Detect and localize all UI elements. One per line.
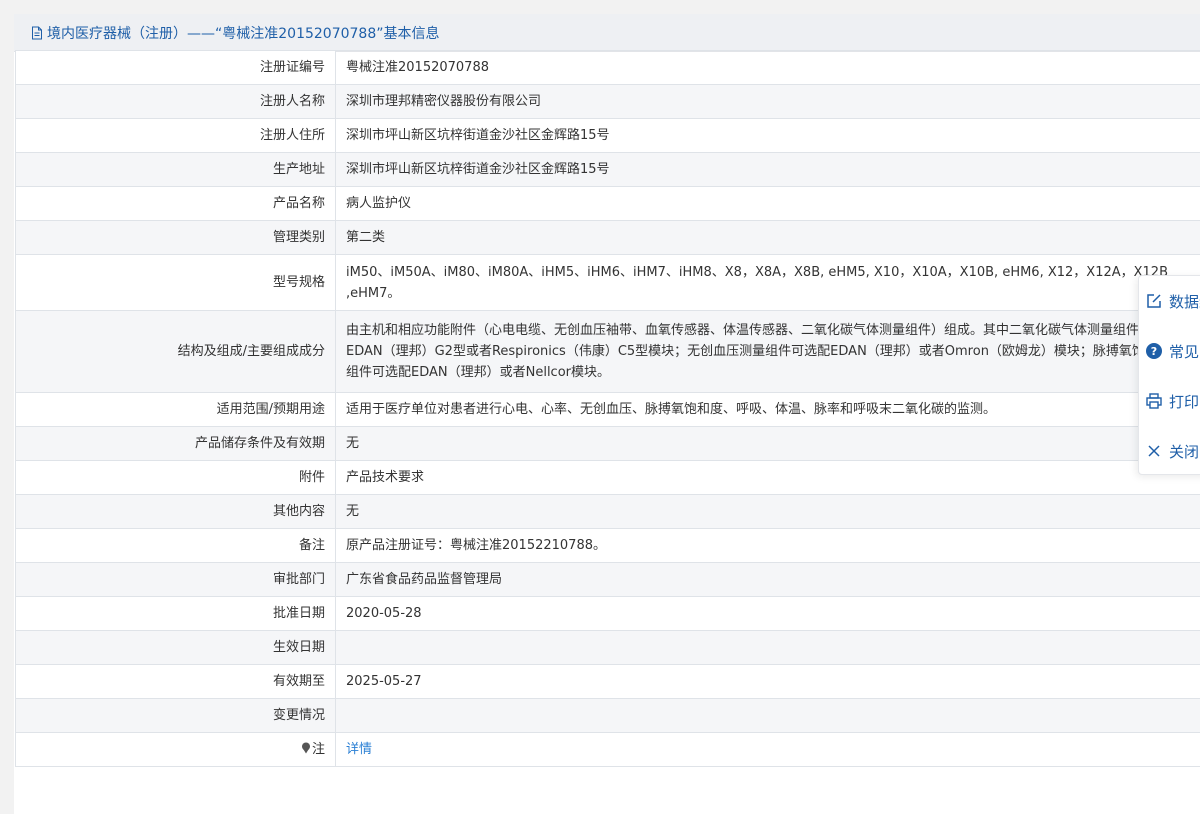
row-label: 注册证编号 (16, 51, 336, 85)
row-value: 由主机和相应功能附件（心电电缆、无创血压袖带、血氧传感器、体温传感器、二氧化碳气… (336, 311, 1200, 393)
table-row: 产品名称 病人监护仪 (16, 187, 1200, 221)
print-label: 打印 (1169, 391, 1199, 412)
row-value: 广东省食品药品监督管理局 (336, 563, 1200, 597)
row-label: 有效期至 (16, 665, 336, 699)
row-label: 产品名称 (16, 187, 336, 221)
row-value: 深圳市坪山新区坑梓街道金沙社区金辉路15号 (336, 153, 1200, 187)
row-label: 适用范围/预期用途 (16, 393, 336, 427)
table-row: 结构及组成/主要组成成分 由主机和相应功能附件（心电电缆、无创血压袖带、血氧传感… (16, 311, 1200, 393)
help-icon: ? (1145, 342, 1163, 360)
table-row: 管理类别 第二类 (16, 221, 1200, 255)
print-icon (1145, 392, 1163, 410)
faq-label: 常见问题 (1169, 341, 1200, 362)
row-label: 批准日期 (16, 597, 336, 631)
row-label: 生效日期 (16, 631, 336, 665)
table-row: 生产地址 深圳市坪山新区坑梓街道金沙社区金辉路15号 (16, 153, 1200, 187)
row-label: 变更情况 (16, 699, 336, 733)
row-value: 深圳市坪山新区坑梓街道金沙社区金辉路15号 (336, 119, 1200, 153)
svg-text:?: ? (1151, 345, 1157, 358)
table-row: 生效日期 (16, 631, 1200, 665)
row-value: 深圳市理邦精密仪器股份有限公司 (336, 85, 1200, 119)
row-value: 无 (336, 495, 1200, 529)
row-value: 粤械注准20152070788 (336, 51, 1200, 85)
table-row: 注册人住所 深圳市坪山新区坑梓街道金沙社区金辉路15号 (16, 119, 1200, 153)
report-error-button[interactable]: 数据纠错 (1139, 276, 1200, 326)
row-label: 产品储存条件及有效期 (16, 427, 336, 461)
page-title: 境内医疗器械（注册）——“粤械注准20152070788”基本信息 (47, 23, 439, 43)
row-label: 结构及组成/主要组成成分 (16, 311, 336, 393)
note-label: 注 (16, 733, 336, 767)
row-value: 无 (336, 427, 1200, 461)
pin-icon (301, 742, 311, 754)
row-label: 审批部门 (16, 563, 336, 597)
row-label: 其他内容 (16, 495, 336, 529)
row-value: 产品技术要求 (336, 461, 1200, 495)
table-row: 附件 产品技术要求 (16, 461, 1200, 495)
panel-header: 境内医疗器械（注册）——“粤械注准20152070788”基本信息 (14, 14, 1200, 52)
print-button[interactable]: 打印 (1139, 376, 1200, 426)
table-row: 批准日期 2020-05-28 (16, 597, 1200, 631)
row-value: 2025-05-27 (336, 665, 1200, 699)
row-label: 附件 (16, 461, 336, 495)
row-value: 2020-05-28 (336, 597, 1200, 631)
table-row: 注 详情 (16, 733, 1200, 767)
close-button[interactable]: 关闭 (1139, 426, 1200, 476)
table-row: 产品储存条件及有效期 无 (16, 427, 1200, 461)
row-value: 适用于医疗单位对患者进行心电、心率、无创血压、脉搏氧饱和度、呼吸、体温、脉率和呼… (336, 393, 1200, 427)
row-value: 原产品注册证号：粤械注准20152210788。 (336, 529, 1200, 563)
row-value (336, 631, 1200, 665)
row-label: 管理类别 (16, 221, 336, 255)
row-label: 注册人名称 (16, 85, 336, 119)
row-value: 详情 (336, 733, 1200, 767)
report-error-label: 数据纠错 (1169, 291, 1200, 312)
edit-icon (1145, 292, 1163, 310)
table-row: 型号规格 iM50、iM50A、iM80、iM80A、iHM5、iHM6、iHM… (16, 255, 1200, 311)
row-value (336, 699, 1200, 733)
details-link[interactable]: 详情 (346, 742, 372, 757)
row-value: iM50、iM50A、iM80、iM80A、iHM5、iHM6、iHM7、iHM… (336, 255, 1200, 311)
table-row: 注册证编号 粤械注准20152070788 (16, 51, 1200, 85)
close-icon (1145, 442, 1163, 460)
row-label: 注册人住所 (16, 119, 336, 153)
faq-button[interactable]: ? 常见问题 (1139, 326, 1200, 376)
table-row: 有效期至 2025-05-27 (16, 665, 1200, 699)
detail-table: 注册证编号 粤械注准20152070788 注册人名称 深圳市理邦精密仪器股份有… (15, 50, 1200, 767)
table-row: 其他内容 无 (16, 495, 1200, 529)
row-value: 病人监护仪 (336, 187, 1200, 221)
row-label: 注 (312, 742, 325, 757)
document-icon (30, 26, 44, 40)
floating-toolbar: 数据纠错 ? 常见问题 打印 关闭 (1138, 275, 1200, 475)
table-row: 备注 原产品注册证号：粤械注准20152210788。 (16, 529, 1200, 563)
row-value: 第二类 (336, 221, 1200, 255)
table-row: 审批部门 广东省食品药品监督管理局 (16, 563, 1200, 597)
row-label: 型号规格 (16, 255, 336, 311)
row-label: 生产地址 (16, 153, 336, 187)
table-row: 变更情况 (16, 699, 1200, 733)
close-label: 关闭 (1169, 441, 1199, 462)
table-row: 注册人名称 深圳市理邦精密仪器股份有限公司 (16, 85, 1200, 119)
table-row: 适用范围/预期用途 适用于医疗单位对患者进行心电、心率、无创血压、脉搏氧饱和度、… (16, 393, 1200, 427)
row-label: 备注 (16, 529, 336, 563)
